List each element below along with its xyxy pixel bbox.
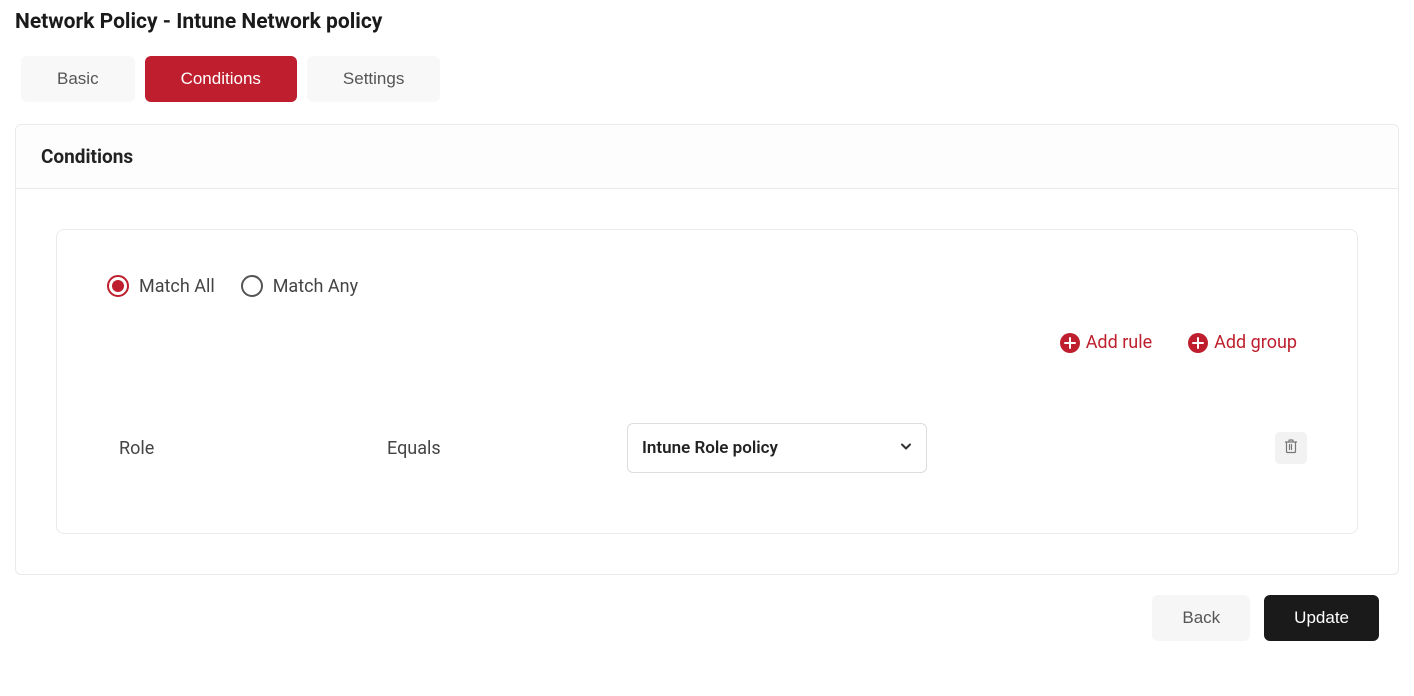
tabs-row: Basic Conditions Settings bbox=[15, 56, 1399, 102]
trash-icon bbox=[1283, 438, 1299, 458]
match-all-label: Match All bbox=[139, 276, 215, 297]
add-group-button[interactable]: Add group bbox=[1188, 332, 1297, 353]
rule-actions-row: Add rule Add group bbox=[107, 332, 1307, 353]
rule-row: Role Equals Intune Role policy bbox=[107, 423, 1307, 473]
match-all-radio[interactable]: Match All bbox=[107, 275, 215, 297]
update-button[interactable]: Update bbox=[1264, 595, 1379, 641]
panel-body: Match All Match Any Add rule bbox=[16, 189, 1398, 574]
delete-rule-button[interactable] bbox=[1275, 432, 1307, 464]
radio-selected-icon bbox=[107, 275, 129, 297]
rule-field-label: Role bbox=[107, 438, 367, 459]
rule-value-select-wrap: Intune Role policy bbox=[627, 423, 927, 473]
tab-settings[interactable]: Settings bbox=[307, 56, 440, 102]
rule-value-select[interactable]: Intune Role policy bbox=[627, 423, 927, 473]
add-rule-button[interactable]: Add rule bbox=[1060, 332, 1152, 353]
match-any-label: Match Any bbox=[273, 276, 358, 297]
conditions-card: Match All Match Any Add rule bbox=[56, 229, 1358, 534]
page-title: Network Policy - Intune Network policy bbox=[15, 10, 1399, 34]
tab-conditions[interactable]: Conditions bbox=[145, 56, 297, 102]
rule-operator-label: Equals bbox=[387, 438, 607, 459]
panel-header: Conditions bbox=[16, 125, 1398, 189]
tab-basic[interactable]: Basic bbox=[21, 56, 135, 102]
add-rule-label: Add rule bbox=[1086, 332, 1152, 353]
radio-unselected-icon bbox=[241, 275, 263, 297]
plus-circle-icon bbox=[1188, 333, 1208, 353]
footer-buttons: Back Update bbox=[15, 595, 1399, 641]
match-any-radio[interactable]: Match Any bbox=[241, 275, 358, 297]
plus-circle-icon bbox=[1060, 333, 1080, 353]
match-mode-row: Match All Match Any bbox=[107, 275, 1307, 297]
back-button[interactable]: Back bbox=[1152, 595, 1250, 641]
conditions-panel: Conditions Match All Match Any Add ru bbox=[15, 124, 1399, 575]
add-group-label: Add group bbox=[1214, 332, 1297, 353]
